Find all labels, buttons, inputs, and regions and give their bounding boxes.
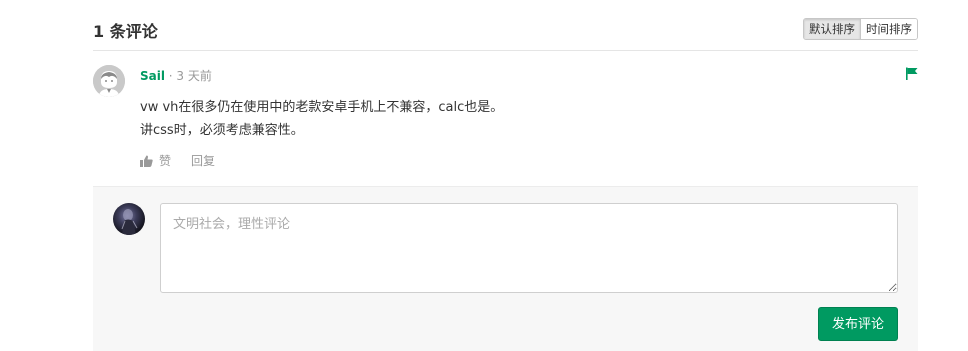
comment-line: 讲css时，必须考虑兼容性。 [140, 123, 304, 138]
user-photo-icon [121, 209, 138, 235]
meta-separator: · [164, 69, 177, 83]
sort-toggle-group: 默认排序 时间排序 [803, 18, 918, 40]
current-user-avatar [113, 203, 145, 235]
comments-section: 1 条评论 默认排序 时间排序 Sail · 3 天前 vw vh在很多仍在使用… [93, 0, 918, 351]
comment-item: Sail · 3 天前 vw vh在很多仍在使用中的老款安卓手机上不兼容，cal… [93, 52, 918, 186]
commenter-avatar[interactable] [93, 65, 125, 97]
sort-default-button[interactable]: 默认排序 [804, 19, 861, 39]
comment-meta: Sail · 3 天前 [140, 67, 212, 84]
comment-time: 3 天前 [176, 69, 212, 83]
comments-count-title: 1 条评论 [93, 22, 158, 41]
reply-button[interactable]: 回复 [191, 152, 215, 169]
comments-header: 1 条评论 默认排序 时间排序 [93, 0, 918, 51]
comment-author-link[interactable]: Sail [140, 69, 165, 83]
submit-comment-button[interactable]: 发布评论 [817, 307, 898, 341]
comment-actions: 赞 回复 [140, 152, 215, 169]
reply-form: 发布评论 [93, 186, 918, 351]
like-label: 赞 [159, 154, 172, 168]
like-button[interactable]: 赞 [140, 152, 171, 169]
flag-icon[interactable] [905, 67, 918, 80]
comment-line: vw vh在很多仍在使用中的老款安卓手机上不兼容，calc也是。 [140, 100, 504, 115]
sort-by-time-button[interactable]: 时间排序 [861, 19, 917, 39]
comment-textarea[interactable] [160, 203, 898, 293]
thumbs-up-icon [140, 155, 153, 167]
default-avatar-icon [93, 65, 125, 97]
comment-body: vw vh在很多仍在使用中的老款安卓手机上不兼容，calc也是。 讲css时，必… [140, 96, 503, 142]
